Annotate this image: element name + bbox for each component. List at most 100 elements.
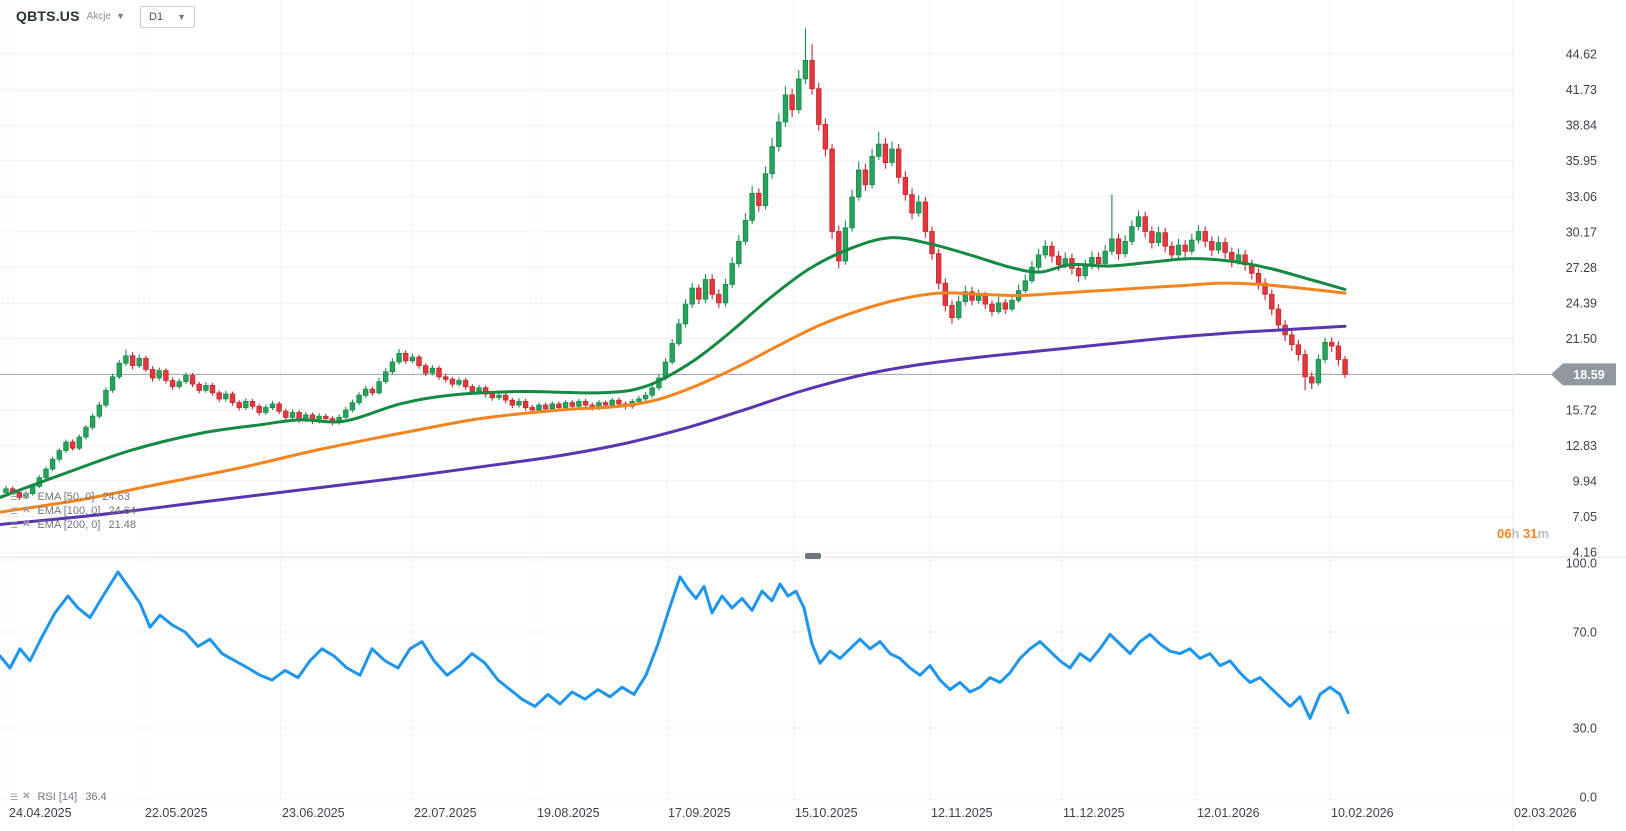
candle-body bbox=[582, 400, 589, 406]
panel-resize-handle[interactable] bbox=[805, 553, 821, 559]
candle-body bbox=[762, 173, 769, 207]
candle-body bbox=[1275, 308, 1282, 326]
price-axis-label: 30.17 bbox=[1566, 225, 1597, 239]
candle-body bbox=[69, 441, 76, 449]
candle-body bbox=[349, 402, 356, 411]
candle-body bbox=[389, 361, 396, 373]
candle-body bbox=[636, 398, 642, 402]
current-price-value: 18.59 bbox=[1573, 368, 1604, 382]
candle-body bbox=[229, 393, 236, 404]
candle-body bbox=[949, 304, 955, 319]
candle-body bbox=[256, 405, 262, 413]
candle-body bbox=[676, 323, 682, 344]
date-axis-label: 17.09.2025 bbox=[668, 806, 731, 820]
candle-body bbox=[263, 407, 269, 413]
indicator-settings-icon[interactable]: ☰ bbox=[10, 492, 18, 502]
indicator-settings-icon[interactable]: ☰ bbox=[10, 506, 18, 516]
candle-body bbox=[1042, 245, 1048, 256]
candle-body bbox=[129, 355, 136, 366]
indicator-close-icon[interactable]: ✕ bbox=[22, 506, 30, 516]
candle-body bbox=[216, 392, 222, 400]
candle-body bbox=[1135, 216, 1142, 227]
candle-body bbox=[83, 426, 89, 438]
indicator-close-icon[interactable]: ✕ bbox=[22, 792, 30, 802]
candle-body bbox=[1322, 341, 1328, 360]
indicator-close-icon[interactable]: ✕ bbox=[22, 492, 30, 502]
candle-body bbox=[89, 415, 96, 428]
indicator-settings-icon[interactable]: ☰ bbox=[10, 792, 18, 802]
rsi-axis-label: 70.0 bbox=[1573, 626, 1597, 640]
price-axis-label: 44.62 bbox=[1566, 48, 1597, 62]
candle-body bbox=[1202, 231, 1208, 242]
indicator-close-icon[interactable]: ✕ bbox=[22, 520, 30, 530]
candle-body bbox=[382, 371, 389, 382]
candle-body bbox=[1315, 359, 1322, 384]
candle-body bbox=[1329, 341, 1335, 347]
candle-body bbox=[736, 240, 742, 264]
candle-body bbox=[809, 60, 815, 90]
candle-body bbox=[43, 468, 49, 479]
chart-canvas[interactable]: 44.62 41.73 38.84 35.95 33.06 30.17 27.28 24.39… bbox=[0, 0, 1626, 831]
candle-body bbox=[862, 169, 869, 186]
timeframe-dropdown[interactable]: D1 ▼ bbox=[140, 6, 195, 28]
candle-body bbox=[223, 393, 229, 400]
candle-body bbox=[409, 356, 416, 362]
rsi-label: RSI [14] bbox=[37, 791, 78, 803]
candle-body bbox=[402, 352, 409, 362]
price-axis-label: 27.28 bbox=[1566, 261, 1597, 275]
candle-body bbox=[542, 404, 549, 410]
candle-body bbox=[616, 399, 622, 405]
candle-body bbox=[796, 78, 802, 111]
timeframe-value: D1 bbox=[149, 11, 164, 23]
countdown-hours: 06 bbox=[1497, 526, 1512, 541]
candle-body bbox=[203, 384, 209, 391]
instrument-selector[interactable]: QBTS.US Akcje ▼ bbox=[16, 8, 125, 24]
candle-body bbox=[1102, 250, 1108, 264]
candle-body bbox=[289, 412, 296, 418]
candle-body bbox=[716, 293, 722, 304]
rsi-axis-label: 0.0 bbox=[1580, 791, 1597, 805]
candle-body bbox=[1189, 239, 1195, 252]
candle-body bbox=[176, 381, 182, 388]
date-axis-label: 02.03.2026 bbox=[1514, 806, 1577, 820]
countdown-minutes: 31 bbox=[1523, 526, 1538, 541]
date-axis-label: 12.11.2025 bbox=[931, 806, 993, 820]
candle-body bbox=[916, 201, 922, 214]
indicator-settings-icon[interactable]: ☰ bbox=[10, 520, 18, 530]
candle-body bbox=[689, 287, 695, 305]
candle-body bbox=[169, 380, 176, 388]
candle-body bbox=[1115, 238, 1122, 255]
candle-body bbox=[243, 400, 249, 408]
candle-body bbox=[1169, 245, 1175, 256]
candle-body bbox=[1182, 244, 1188, 252]
candle-body bbox=[1255, 272, 1262, 284]
candle-body bbox=[562, 402, 569, 408]
countdown-minutes-unit: m bbox=[1537, 526, 1550, 541]
ema100-value: 24.64 bbox=[108, 505, 136, 517]
candle-body bbox=[1209, 240, 1215, 251]
date-axis-label: 22.05.2025 bbox=[145, 806, 208, 820]
candle-body bbox=[136, 357, 142, 367]
candle-body bbox=[516, 400, 522, 406]
candle-body bbox=[756, 192, 762, 207]
candle-body bbox=[709, 279, 715, 295]
candle-body bbox=[1295, 344, 1302, 355]
chevron-down-icon: ▼ bbox=[177, 11, 186, 22]
ema50-label: EMA [50, 0] bbox=[37, 491, 95, 503]
candle-body bbox=[529, 407, 535, 411]
candle-body bbox=[489, 393, 495, 399]
candle-body bbox=[922, 201, 929, 232]
candle-body bbox=[702, 279, 709, 300]
ema100-legend: ☰ ✕ EMA [100, 0] 24.64 bbox=[10, 505, 136, 517]
candle-body bbox=[1049, 245, 1055, 257]
candle-body bbox=[103, 389, 109, 406]
candle-body bbox=[1009, 299, 1015, 310]
candle-body bbox=[1129, 226, 1135, 242]
candle-body bbox=[143, 357, 149, 370]
candle-body bbox=[749, 192, 755, 221]
candle-body bbox=[422, 365, 429, 374]
candle-body bbox=[49, 458, 56, 470]
price-axis-label: 38.84 bbox=[1566, 119, 1597, 133]
candle-body bbox=[476, 387, 482, 392]
candle-body bbox=[1309, 376, 1315, 384]
